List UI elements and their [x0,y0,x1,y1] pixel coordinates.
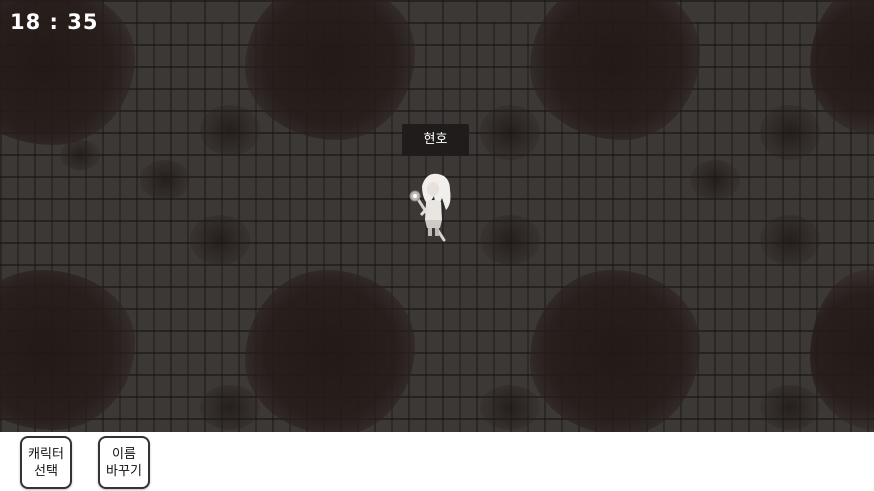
floor-smudge [760,385,820,430]
game-clock: 18 : 35 [10,10,99,34]
floor-smudge [200,385,260,430]
dark-moss-patch [245,270,415,432]
rename-label-line2: 바꾸기 [106,463,142,479]
floor-smudge [690,160,740,200]
floor-smudge [760,215,820,265]
game-root: 18 : 35 현호 캐릭터 선택 이름 바꾸기 [0,0,874,491]
floor-smudge [760,105,820,160]
player-character-sprite[interactable] [408,170,458,244]
floor-smudge [480,385,540,430]
floor-smudge [200,105,260,155]
character-select-label-line1: 캐릭터 [28,446,64,462]
rename-button[interactable]: 이름 바꾸기 [98,436,150,489]
player-character-icon [409,173,451,242]
dark-moss-patch [530,270,700,432]
game-map-viewport[interactable]: 18 : 35 현호 [0,0,874,432]
player-name-tag: 현호 [402,124,469,156]
character-select-label-line2: 선택 [34,463,58,479]
floor-smudge [190,215,250,265]
floor-smudge [140,160,190,200]
rename-label-line1: 이름 [112,446,136,462]
character-select-button[interactable]: 캐릭터 선택 [20,436,72,489]
floor-smudge [480,215,540,265]
floor-smudge [480,105,540,160]
floor-smudge [60,140,100,170]
